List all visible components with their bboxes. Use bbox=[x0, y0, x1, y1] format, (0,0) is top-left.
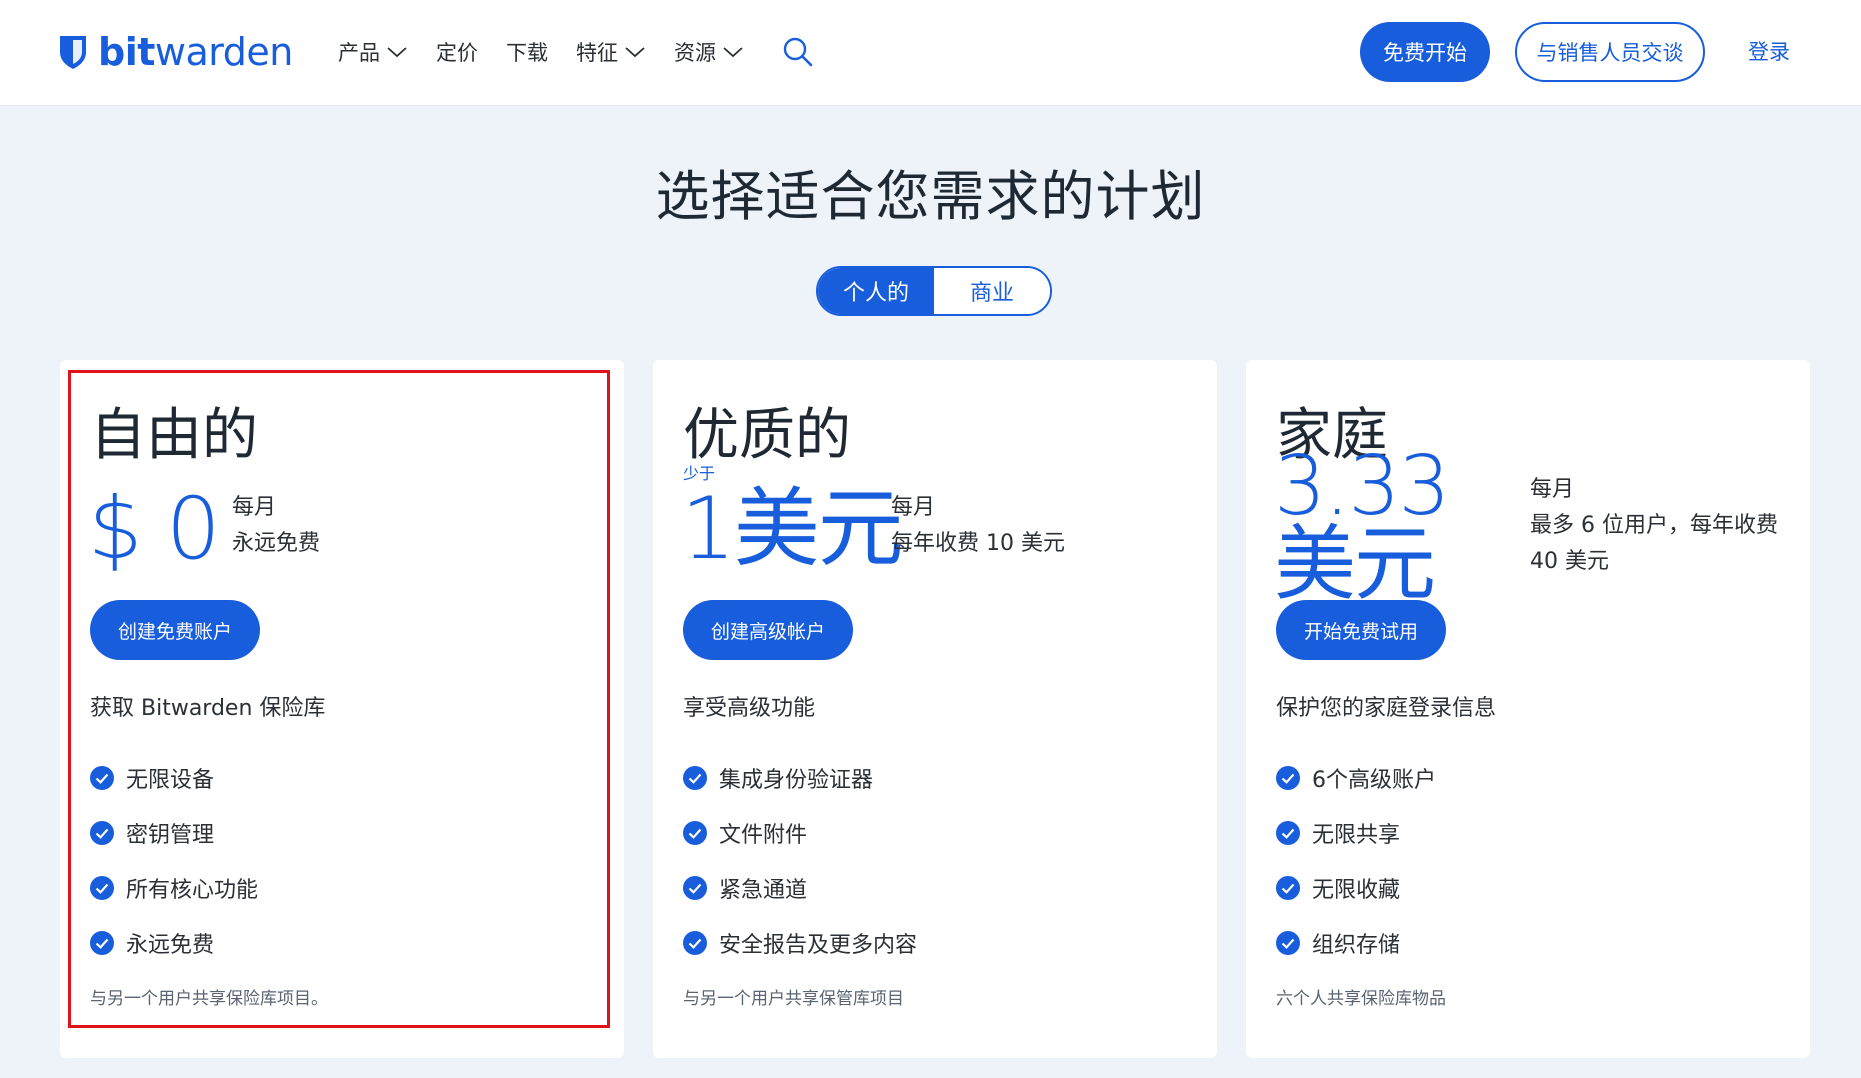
chevron-down-icon bbox=[625, 47, 645, 58]
nav-item-features[interactable]: 特征 bbox=[576, 37, 646, 67]
feature-item: 6个高级账户 bbox=[1276, 750, 1436, 805]
toggle-personal[interactable]: 个人的 bbox=[818, 268, 934, 314]
bitwarden-logo[interactable]: bitwarden bbox=[58, 30, 293, 74]
check-circle-icon bbox=[1276, 820, 1300, 845]
create-premium-account-button[interactable]: 创建高级帐户 bbox=[683, 600, 853, 660]
feature-item: 无限共享 bbox=[1276, 805, 1436, 860]
plan-card-free: 自由的 $ 0 每月 永远免费 创建免费账户 获取 Bitwarden 保险库 … bbox=[60, 360, 624, 1058]
nav-label: 定价 bbox=[436, 41, 478, 65]
contact-sales-button[interactable]: 与销售人员交谈 bbox=[1515, 22, 1705, 82]
plan-footnote: 与另一个用户共享保险库项目。 bbox=[90, 989, 328, 1009]
plan-card-premium: 优质的 少于 1美元 每月 每年收费 10 美元 创建高级帐户 享受高级功能 集… bbox=[653, 360, 1217, 1058]
feature-item: 集成身份验证器 bbox=[683, 750, 917, 805]
check-circle-icon bbox=[683, 820, 707, 845]
check-circle-icon bbox=[90, 875, 114, 900]
feature-label: 无限设备 bbox=[126, 767, 215, 793]
plan-type-toggle: 个人的 商业 bbox=[816, 266, 1052, 316]
plan-subtitle: 享受高级功能 bbox=[683, 696, 816, 721]
feature-item: 永远免费 bbox=[90, 915, 258, 970]
plan-price: 1美元 bbox=[681, 479, 904, 579]
feature-label: 集成身份验证器 bbox=[719, 767, 874, 793]
plan-price: $ 0 bbox=[88, 479, 221, 579]
feature-label: 组织存储 bbox=[1312, 932, 1401, 958]
feature-label: 密钥管理 bbox=[126, 822, 215, 848]
period-line-1: 每月 bbox=[232, 495, 277, 520]
start-free-trial-button[interactable]: 开始免费试用 bbox=[1276, 600, 1446, 660]
plan-title: 优质的 bbox=[683, 403, 851, 468]
plan-subtitle: 保护您的家庭登录信息 bbox=[1276, 696, 1497, 721]
feature-label: 永远免费 bbox=[126, 932, 215, 958]
plan-footnote: 六个人共享保险库物品 bbox=[1276, 989, 1446, 1009]
period-line-1: 每月 bbox=[1530, 477, 1575, 502]
feature-list: 6个高级账户 无限共享 无限收藏 组织存储 bbox=[1276, 750, 1436, 970]
check-circle-icon bbox=[90, 820, 114, 845]
feature-item: 所有核心功能 bbox=[90, 860, 258, 915]
period-line-2: 永远免费 bbox=[232, 531, 321, 556]
feature-item: 密钥管理 bbox=[90, 805, 258, 860]
period-line-1: 每月 bbox=[891, 495, 936, 520]
toggle-business[interactable]: 商业 bbox=[934, 268, 1050, 314]
plan-footnote: 与另一个用户共享保管库项目 bbox=[683, 989, 904, 1009]
plan-subtitle: 获取 Bitwarden 保险库 bbox=[90, 696, 326, 721]
plan-price: 3.33美元 bbox=[1274, 439, 1451, 612]
check-circle-icon bbox=[683, 765, 707, 790]
feature-label: 紧急通道 bbox=[719, 877, 808, 903]
plan-card-families: 家庭 3.33美元 每月 最多 6 位用户，每年收费 40 美元 开始免费试用 … bbox=[1246, 360, 1810, 1058]
feature-label: 文件附件 bbox=[719, 822, 808, 848]
shield-logo-icon bbox=[60, 36, 86, 69]
logo-wordmark: bitwarden bbox=[98, 30, 293, 74]
page-title: 选择适合您需求的计划 bbox=[655, 165, 1206, 228]
start-free-button[interactable]: 免费开始 bbox=[1360, 22, 1490, 82]
top-navigation-bar: bitwarden 产品 定价 下载 特征 资源 免费开始 与销售人员交谈 登录 bbox=[0, 0, 1861, 106]
check-circle-icon bbox=[1276, 930, 1300, 955]
nav-label: 特征 bbox=[576, 41, 618, 65]
check-circle-icon bbox=[683, 875, 707, 900]
login-link[interactable]: 登录 bbox=[1748, 36, 1790, 66]
main-nav: 产品 定价 下载 特征 资源 bbox=[338, 34, 814, 70]
check-circle-icon bbox=[683, 930, 707, 955]
feature-list: 集成身份验证器 文件附件 紧急通道 安全报告及更多内容 bbox=[683, 750, 917, 970]
nav-item-pricing[interactable]: 定价 bbox=[436, 37, 478, 67]
plan-title: 自由的 bbox=[90, 403, 258, 468]
nav-label: 产品 bbox=[338, 41, 380, 65]
nav-item-resources[interactable]: 资源 bbox=[674, 37, 744, 67]
chevron-down-icon bbox=[723, 47, 743, 58]
check-circle-icon bbox=[1276, 875, 1300, 900]
feature-item: 无限设备 bbox=[90, 750, 258, 805]
nav-label: 下载 bbox=[506, 41, 548, 65]
check-circle-icon bbox=[1276, 765, 1300, 790]
feature-label: 安全报告及更多内容 bbox=[719, 932, 918, 958]
chevron-down-icon bbox=[387, 47, 407, 58]
nav-item-products[interactable]: 产品 bbox=[338, 37, 408, 67]
feature-item: 文件附件 bbox=[683, 805, 917, 860]
nav-item-download[interactable]: 下载 bbox=[506, 37, 548, 67]
feature-list: 无限设备 密钥管理 所有核心功能 永远免费 bbox=[90, 750, 258, 970]
plan-period: 每月 每年收费 10 美元 bbox=[891, 490, 1065, 562]
feature-item: 组织存储 bbox=[1276, 915, 1436, 970]
check-circle-icon bbox=[90, 930, 114, 955]
feature-label: 6个高级账户 bbox=[1312, 767, 1436, 793]
feature-item: 无限收藏 bbox=[1276, 860, 1436, 915]
nav-label: 资源 bbox=[674, 41, 716, 65]
create-free-account-button[interactable]: 创建免费账户 bbox=[90, 600, 260, 660]
period-line-2: 每年收费 10 美元 bbox=[891, 531, 1065, 556]
feature-label: 所有核心功能 bbox=[126, 877, 259, 903]
check-circle-icon bbox=[90, 765, 114, 790]
feature-item: 紧急通道 bbox=[683, 860, 917, 915]
plan-period: 每月 最多 6 位用户，每年收费 40 美元 bbox=[1530, 472, 1780, 580]
plan-period: 每月 永远免费 bbox=[232, 490, 320, 562]
feature-label: 无限共享 bbox=[1312, 822, 1401, 848]
search-icon[interactable] bbox=[782, 36, 814, 68]
feature-item: 安全报告及更多内容 bbox=[683, 915, 917, 970]
period-line-2: 最多 6 位用户，每年收费 40 美元 bbox=[1530, 513, 1778, 574]
feature-label: 无限收藏 bbox=[1312, 877, 1401, 903]
